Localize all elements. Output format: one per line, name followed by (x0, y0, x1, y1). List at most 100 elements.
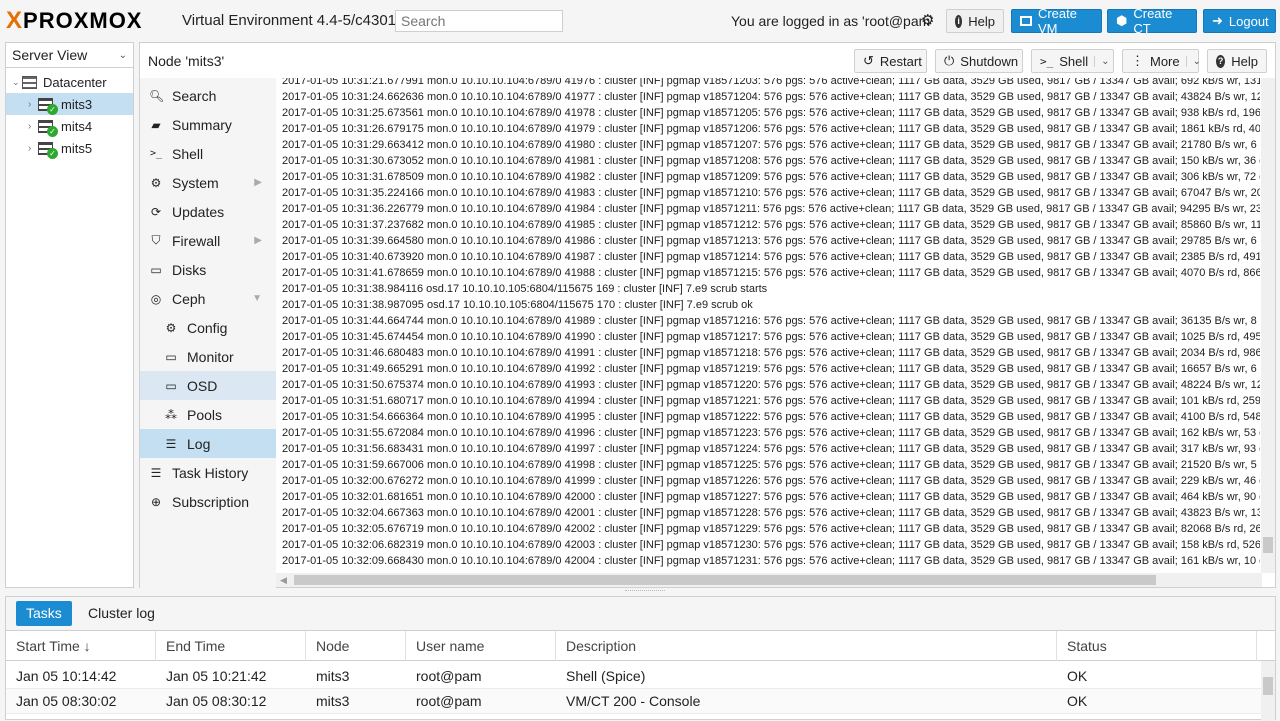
collapse-icon[interactable]: ⌄ (12, 77, 22, 88)
menu-item-label: Shell (172, 145, 204, 162)
menu-item-pools[interactable]: ⁂ Pools (140, 400, 276, 429)
log-line: 2017-01-05 10:31:21.677991 mon.0 10.10.1… (282, 78, 1260, 87)
expand-icon[interactable]: › (28, 121, 38, 132)
proxmox-logo: X PROXMOX (6, 7, 142, 35)
shell-label: Shell (1059, 53, 1089, 69)
log-line: 2017-01-05 10:31:24.662636 mon.0 10.10.1… (282, 91, 1260, 103)
view-selector[interactable]: Server View ⌄ (6, 43, 133, 68)
log-line: 2017-01-05 10:31:29.663412 mon.0 10.10.1… (282, 139, 1260, 151)
scrollbar-thumb[interactable] (1263, 537, 1273, 553)
panel-splitter[interactable] (5, 588, 1276, 596)
menu-item-updates[interactable]: ⟳ Updates (140, 197, 276, 226)
logged-in-text: You are logged in as 'root@pam' (731, 13, 933, 29)
tree-item-datacenter[interactable]: ⌄ Datacenter (6, 71, 133, 93)
column-end-time[interactable]: End Time (156, 631, 306, 661)
menu-item-summary[interactable]: ▰ Summary (140, 110, 276, 139)
node-label: mits4 (61, 118, 93, 134)
log-line: 2017-01-05 10:31:55.672084 mon.0 10.10.1… (282, 427, 1260, 439)
column-status[interactable]: Status (1057, 631, 1257, 661)
column-user-name[interactable]: User name (406, 631, 556, 661)
menu-item-monitor[interactable]: ▭ Monitor (140, 342, 276, 371)
hdd-icon: ▭ (165, 378, 177, 393)
terminal-icon: >_ (149, 148, 163, 159)
create-ct-button[interactable]: ⬢ Create CT (1107, 6, 1197, 36)
tree-item-mits5[interactable]: › mits5 (6, 137, 133, 159)
menu-item-disks[interactable]: ▭ Disks (140, 255, 276, 284)
tree-item-mits3[interactable]: › mits3 (6, 93, 133, 115)
task-table-header: Start Time ↓ End Time Node User name Des… (6, 631, 1275, 661)
node-header: Node 'mits3' ↺ Restart ⏻ Shutdown >_ She… (139, 42, 1276, 78)
terminal-icon: >_ (1040, 54, 1054, 68)
scroll-left-icon[interactable]: ◀ (280, 573, 287, 587)
create-vm-button[interactable]: Create VM (1011, 6, 1102, 36)
menu-item-shell[interactable]: >_ Shell (140, 139, 276, 168)
node-online-icon (38, 141, 58, 159)
column-start-time[interactable]: Start Time ↓ (6, 631, 156, 661)
log-line: 2017-01-05 10:31:59.667006 mon.0 10.10.1… (282, 459, 1260, 471)
menu-item-system[interactable]: ⚙ System ▶ (140, 168, 276, 197)
cell-start-time: Jan 05 10:14:42 (16, 668, 117, 684)
task-tab-bar: Tasks Cluster log (6, 597, 1275, 631)
node-help-button[interactable]: ? Help (1207, 49, 1267, 73)
menu-item-config[interactable]: ⚙ Config (140, 313, 276, 342)
menu-item-search[interactable]: 🔍︎ Search (140, 81, 276, 110)
log-vertical-scrollbar[interactable] (1261, 78, 1275, 573)
menu-item-firewall[interactable]: ⛉ Firewall ▶ (140, 226, 276, 255)
gear-icon[interactable]: ⚙ (921, 11, 934, 29)
menu-item-subscription[interactable]: ⊕ Subscription (140, 487, 276, 516)
view-selector-label: Server View (12, 47, 88, 63)
log-line: 2017-01-05 10:31:35.224166 mon.0 10.10.1… (282, 187, 1260, 199)
menu-item-ceph[interactable]: ◎ Ceph ▼ (140, 284, 276, 313)
log-line: 2017-01-05 10:31:31.678509 mon.0 10.10.1… (282, 171, 1260, 183)
menu-item-label: System (172, 174, 219, 191)
gear-icon: ⚙ (165, 320, 177, 335)
search-input[interactable] (395, 10, 563, 32)
help-label: Help (968, 13, 995, 29)
tree-item-mits4[interactable]: › mits4 (6, 115, 133, 137)
splitter-grip[interactable] (625, 590, 665, 593)
node-menu: 🔍︎ Search ▰ Summary >_ Shell ⚙ System ▶ … (139, 78, 276, 588)
tab-cluster-log[interactable]: Cluster log (78, 601, 165, 626)
help-button[interactable]: i Help (946, 9, 1004, 33)
cell-status: OK (1067, 693, 1088, 709)
log-line: 2017-01-05 10:31:50.675374 mon.0 10.10.1… (282, 379, 1260, 391)
hdd-icon: ▭ (150, 262, 162, 277)
logo-text: PROXMOX (23, 8, 143, 33)
cell-user: root@pam (416, 693, 482, 709)
expand-icon[interactable]: › (28, 99, 38, 110)
column-description[interactable]: Description (556, 631, 1057, 661)
scrollbar-thumb[interactable] (1263, 677, 1273, 695)
scrollbar-thumb[interactable] (294, 575, 1156, 585)
ceph-log-panel[interactable]: 2017-01-05 10:31:21.677991 mon.0 10.10.1… (276, 78, 1276, 588)
menu-item-osd[interactable]: ▭ OSD (140, 371, 276, 400)
tab-tasks[interactable]: Tasks (16, 601, 72, 626)
table-row[interactable]: Jan 05 10:14:42 Jan 05 10:21:42 mits3 ro… (6, 664, 1275, 689)
chevron-down-icon[interactable]: ⌄ (1094, 55, 1110, 67)
log-line: 2017-01-05 10:31:41.678659 mon.0 10.10.1… (282, 267, 1260, 279)
node-online-icon (38, 97, 58, 115)
table-row[interactable]: Jan 05 08:30:02 Jan 05 08:30:12 mits3 ro… (6, 689, 1275, 714)
node-title: Node 'mits3' (148, 53, 225, 69)
restart-label: Restart (879, 53, 922, 69)
support-icon: ⊕ (150, 494, 162, 509)
expand-icon[interactable]: › (28, 143, 38, 154)
menu-item-log[interactable]: ☰ Log (140, 429, 276, 458)
cell-end-time: Jan 05 10:21:42 (166, 668, 267, 684)
chevron-right-icon: ▶ (254, 177, 262, 188)
help-icon: i (955, 14, 963, 28)
shutdown-button[interactable]: ⏻ Shutdown (935, 49, 1023, 73)
more-button[interactable]: ⋮ More ⌄ (1122, 49, 1201, 73)
log-line: 2017-01-05 10:31:26.679175 mon.0 10.10.1… (282, 123, 1260, 135)
menu-item-label: Subscription (172, 493, 250, 510)
menu-item-label: Task History (172, 464, 249, 481)
log-horizontal-scrollbar[interactable]: ◀ (276, 573, 1262, 587)
task-vertical-scrollbar[interactable] (1261, 661, 1275, 721)
logout-button[interactable]: ➜ Logout (1203, 9, 1276, 33)
top-bar: X PROXMOX Virtual Environment 4.4-5/c430… (0, 0, 1280, 42)
log-line: 2017-01-05 10:32:01.681651 mon.0 10.10.1… (282, 491, 1260, 503)
column-node[interactable]: Node (306, 631, 406, 661)
shell-button[interactable]: >_ Shell ⌄ (1031, 49, 1114, 73)
menu-item-task-history[interactable]: ☰ Task History (140, 458, 276, 487)
monitor-icon (1020, 16, 1032, 26)
restart-button[interactable]: ↺ Restart (854, 49, 927, 73)
